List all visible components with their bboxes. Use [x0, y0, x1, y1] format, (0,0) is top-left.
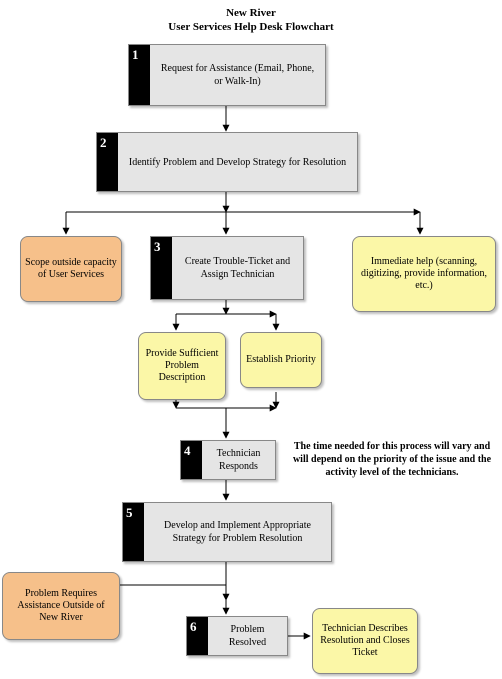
step-2-number: 2	[97, 133, 118, 191]
step-4-label: Technician Responds	[202, 441, 275, 479]
branch-outside-new-river-label: Problem Requires Assistance Outside of N…	[7, 588, 115, 624]
title-line1: New River	[0, 6, 502, 20]
step-5-number: 5	[123, 503, 144, 561]
process-note: The time needed for this process will va…	[290, 440, 494, 479]
step-6-number: 6	[187, 617, 208, 655]
process-note-text: The time needed for this process will va…	[293, 441, 491, 478]
step-4: 4 Technician Responds	[180, 440, 276, 480]
step-5: 5 Develop and Implement Appropriate Stra…	[122, 502, 332, 562]
flowchart-canvas: New River User Services Help Desk Flowch…	[0, 0, 502, 679]
page-title: New River User Services Help Desk Flowch…	[0, 6, 502, 35]
branch-immediate-help: Immediate help (scanning, digitizing, pr…	[352, 236, 496, 312]
step-4-number: 4	[181, 441, 202, 479]
step-3-number: 3	[151, 237, 172, 299]
branch-scope-outside: Scope outside capacity of User Services	[20, 236, 122, 302]
step-1-number: 1	[129, 45, 150, 105]
title-line2: User Services Help Desk Flowchart	[0, 20, 502, 34]
step-2: 2 Identify Problem and Develop Strategy …	[96, 132, 358, 192]
step-2-label: Identify Problem and Develop Strategy fo…	[118, 133, 357, 191]
branch-establish-priority-label: Establish Priority	[246, 354, 316, 366]
step-6: 6 Problem Resolved	[186, 616, 288, 656]
branch-closes-ticket: Technician Describes Resolution and Clos…	[312, 608, 418, 674]
step-3: 3 Create Trouble-Ticket and Assign Techn…	[150, 236, 304, 300]
branch-establish-priority: Establish Priority	[240, 332, 322, 388]
step-3-label: Create Trouble-Ticket and Assign Technic…	[172, 237, 303, 299]
branch-scope-outside-label: Scope outside capacity of User Services	[25, 257, 117, 281]
step-1-label: Request for Assistance (Email, Phone, or…	[150, 45, 325, 105]
branch-closes-ticket-label: Technician Describes Resolution and Clos…	[317, 623, 413, 659]
branch-immediate-help-label: Immediate help (scanning, digitizing, pr…	[357, 256, 491, 292]
branch-outside-new-river: Problem Requires Assistance Outside of N…	[2, 572, 120, 640]
step-1: 1 Request for Assistance (Email, Phone, …	[128, 44, 326, 106]
branch-problem-description: Provide Sufficient Problem Description	[138, 332, 226, 400]
step-6-label: Problem Resolved	[208, 617, 287, 655]
step-5-label: Develop and Implement Appropriate Strate…	[144, 503, 331, 561]
branch-problem-description-label: Provide Sufficient Problem Description	[143, 348, 221, 384]
